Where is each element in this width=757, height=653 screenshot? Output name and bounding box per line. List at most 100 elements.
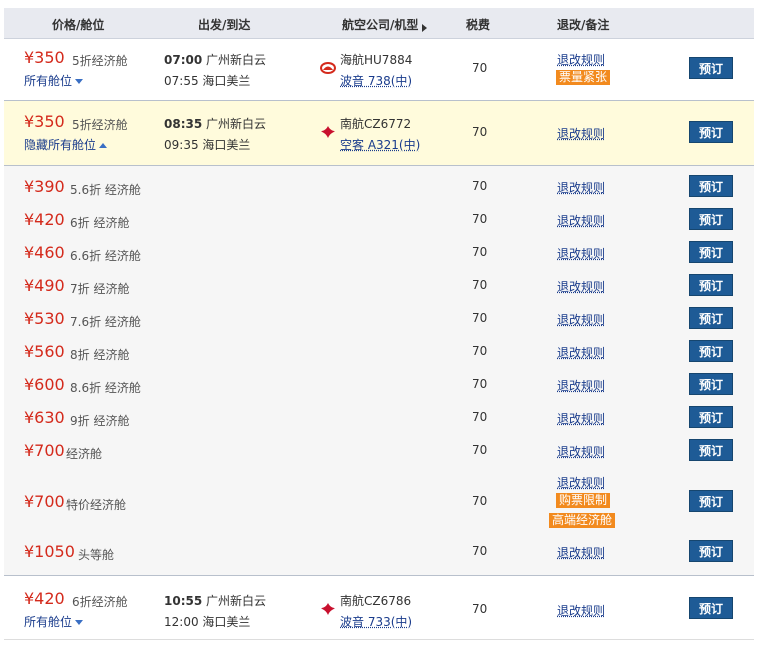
book-button[interactable]: 预订: [689, 439, 733, 461]
departure: 10:55 广州新白云: [164, 592, 266, 609]
tax-value: 70: [472, 443, 488, 457]
book-button[interactable]: 预订: [689, 597, 733, 619]
flight-cabin: 5折经济舱: [72, 54, 128, 68]
airline-flight-no: 南航CZ6786: [340, 594, 412, 608]
arr-airport: 海口美兰: [202, 138, 251, 152]
dep-time: 08:35: [164, 117, 203, 131]
flight-cabin: 6折经济舱: [72, 595, 128, 609]
refund-rules-link[interactable]: 退改规则: [557, 245, 605, 262]
cabin-price: ¥530: [24, 309, 65, 328]
sort-arrow-icon: [422, 24, 428, 32]
book-button[interactable]: 预订: [689, 175, 733, 197]
tax-value: 70: [472, 278, 488, 292]
book-button[interactable]: 预订: [689, 540, 733, 562]
cabin-price: ¥490: [24, 276, 65, 295]
book-button[interactable]: 预订: [689, 406, 733, 428]
arrival: 07:55 海口美兰: [164, 72, 250, 89]
china-southern-logo-icon: [321, 126, 335, 138]
tax-value: 70: [472, 179, 488, 193]
sub-cabin-list: ¥390 5.6折 经济舱 70 退改规则 预订 ¥420 6折 经济舱 70 …: [4, 166, 754, 575]
book-button[interactable]: 预订: [689, 373, 733, 395]
book-button[interactable]: 预订: [689, 490, 733, 512]
flight-row-expanded: ¥350 5折经济舱 隐藏所有舱位 08:35 广州新白云 09:35 海口美兰…: [4, 101, 754, 166]
refund-rules-link[interactable]: 退改规则: [557, 125, 605, 142]
all-cabins-toggle[interactable]: 所有舱位: [24, 613, 84, 630]
ticket-scarce-badge: 票量紧张: [556, 70, 611, 85]
cabin-name: 5.6折 经济舱: [70, 183, 141, 197]
divider: [4, 575, 754, 576]
refund-rules-link[interactable]: 退改规则: [557, 51, 605, 68]
cabin-price: ¥1050: [24, 542, 75, 561]
cabin-name: 7折 经济舱: [70, 282, 130, 296]
arrival: 12:00 海口美兰: [164, 613, 250, 630]
book-button[interactable]: 预订: [689, 121, 733, 143]
refund-rules-link[interactable]: 退改规则: [557, 179, 605, 196]
dep-airport: 广州新白云: [206, 53, 267, 67]
chevron-down-icon: [75, 79, 84, 84]
tax-value: 70: [472, 245, 488, 259]
cabin-name: 头等舱: [78, 548, 115, 562]
tax-value: 70: [472, 544, 488, 558]
header-tax: 税费: [466, 18, 491, 32]
airline-flight-no: 南航CZ6772: [340, 117, 412, 131]
cabin-name: 经济舱: [66, 447, 103, 461]
book-button[interactable]: 预订: [689, 307, 733, 329]
header-rules: 退改/备注: [557, 18, 610, 32]
all-cabins-label: 所有舱位: [24, 74, 73, 88]
refund-rules-link[interactable]: 退改规则: [557, 344, 605, 361]
book-button[interactable]: 预订: [689, 340, 733, 362]
flight-cabin: 5折经济舱: [72, 118, 128, 132]
book-button[interactable]: 预订: [689, 274, 733, 296]
refund-rules-link[interactable]: 退改规则: [557, 443, 605, 460]
tax-value: 70: [472, 212, 488, 226]
departure: 08:35 广州新白云: [164, 115, 266, 132]
refund-rules-link[interactable]: 退改规则: [557, 602, 605, 619]
arrival: 09:35 海口美兰: [164, 136, 250, 153]
flight-row: ¥420 6折经济舱 所有舱位 10:55 广州新白云 12:00 海口美兰 南…: [4, 577, 754, 639]
plane-type-link[interactable]: 波音 733(中): [340, 613, 412, 630]
hainan-airlines-logo-icon: [320, 62, 336, 74]
cabin-name: 8折 经济舱: [70, 348, 130, 362]
dep-time: 10:55: [164, 594, 203, 608]
header-price-cabin: 价格/舱位: [52, 18, 105, 32]
flight-price: ¥420: [24, 589, 65, 608]
hide-cabins-label: 隐藏所有舱位: [24, 138, 97, 152]
refund-rules-link[interactable]: 退改规则: [557, 278, 605, 295]
table-header: 价格/舱位 出发/到达 航空公司/机型 税费 退改/备注: [4, 8, 754, 39]
book-button[interactable]: 预订: [689, 57, 733, 79]
book-button[interactable]: 预订: [689, 241, 733, 263]
header-airline-type[interactable]: 航空公司/机型: [342, 16, 428, 33]
refund-rules-link[interactable]: 退改规则: [557, 212, 605, 229]
purchase-limit-badge: 购票限制: [556, 493, 611, 508]
plane-type-link[interactable]: 波音 738(中): [340, 72, 412, 89]
chevron-down-icon: [75, 620, 84, 625]
cabin-name: 6折 经济舱: [70, 216, 130, 230]
hide-cabins-toggle[interactable]: 隐藏所有舱位: [24, 136, 108, 153]
cabin-name: 8.6折 经济舱: [70, 381, 141, 395]
all-cabins-toggle[interactable]: 所有舱位: [24, 72, 84, 89]
refund-rules-link[interactable]: 退改规则: [557, 544, 605, 561]
cabin-price: ¥390: [24, 177, 65, 196]
flight-price: ¥350: [24, 112, 65, 131]
tax-value: 70: [472, 602, 488, 616]
premium-economy-badge: 高端经济舱: [549, 513, 616, 528]
refund-rules-link[interactable]: 退改规则: [557, 474, 605, 491]
cabin-price: ¥460: [24, 243, 65, 262]
refund-rules-link[interactable]: 退改规则: [557, 410, 605, 427]
cabin-price: ¥700: [24, 441, 65, 460]
cabin-price: ¥630: [24, 408, 65, 427]
refund-rules-link[interactable]: 退改规则: [557, 311, 605, 328]
dep-airport: 广州新白云: [206, 594, 267, 608]
chevron-up-icon: [99, 143, 108, 148]
arr-airport: 海口美兰: [202, 74, 251, 88]
book-button[interactable]: 预订: [689, 208, 733, 230]
cabin-price: ¥560: [24, 342, 65, 361]
flight-row: ¥350 5折经济舱 所有舱位 07:00 广州新白云 07:55 海口美兰 海…: [4, 39, 754, 101]
header-dep-arr: 出发/到达: [198, 18, 251, 32]
tax-value: 70: [472, 410, 488, 424]
tax-value: 70: [472, 377, 488, 391]
refund-rules-link[interactable]: 退改规则: [557, 377, 605, 394]
china-southern-logo-icon: [321, 603, 335, 615]
plane-type-link[interactable]: 空客 A321(中): [340, 136, 420, 153]
arr-time: 07:55: [164, 74, 199, 88]
